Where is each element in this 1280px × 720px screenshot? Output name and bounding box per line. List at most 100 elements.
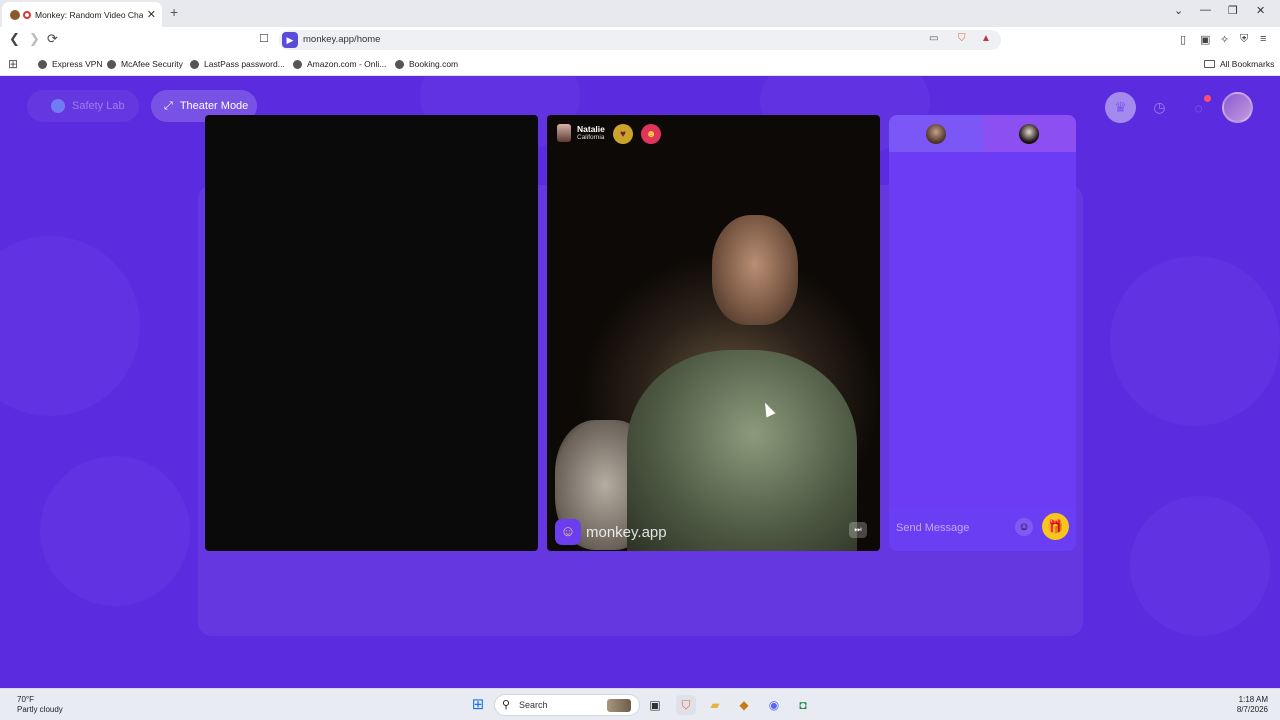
new-tab-button[interactable]: +: [170, 4, 178, 20]
gift-icon[interactable]: 🎁: [1042, 513, 1069, 540]
safety-lab-button[interactable]: Safety Lab: [27, 90, 139, 122]
bookmark-label: Booking.com: [409, 59, 459, 69]
taskbar-search[interactable]: ⚲ Search: [494, 694, 640, 716]
bookmark-booking[interactable]: Booking.com: [395, 59, 458, 69]
sidebar-icon[interactable]: ▯: [1180, 33, 1186, 46]
safety-lab-label: Safety Lab: [72, 100, 125, 112]
bookmark-express-vpn[interactable]: Express VPN: [38, 59, 103, 69]
bg-decoration: [0, 236, 140, 416]
globe-icon: [293, 59, 302, 69]
expand-icon: ⤢: [164, 99, 173, 112]
discord-icon[interactable]: ◉: [764, 695, 784, 715]
remote-user-info[interactable]: Natalie California: [557, 124, 605, 142]
browser-tab-monkey[interactable]: Monkey: Random Video Chat ✕: [2, 2, 162, 27]
leo-ai-icon[interactable]: ✧: [1220, 33, 1229, 46]
chat-bubble-icon[interactable]: ◌: [1183, 92, 1214, 123]
forward-button[interactable]: ❯: [29, 32, 40, 46]
monkey-favicon-icon: [10, 9, 20, 20]
recording-indicator-icon: [23, 10, 31, 19]
other-user-chat-avatar: [1019, 123, 1040, 144]
remote-user-name: Natalie: [577, 123, 605, 134]
close-window-button[interactable]: ✕: [1256, 4, 1265, 17]
brave-shield-icon[interactable]: ⛉: [958, 33, 966, 44]
monkey-logo-icon: ☺: [555, 519, 581, 545]
bookmarks-bar: ⊞ Express VPN McAfee Security LastPass p…: [0, 53, 1280, 76]
remote-video-panel: Natalie California ♥ ☻ ☺ monkey.app ⏭: [547, 115, 880, 551]
weather-desc: Partly cloudy: [17, 705, 63, 714]
send-message-input[interactable]: Send Message: [896, 522, 969, 534]
url-text[interactable]: monkey.app/home: [303, 34, 380, 45]
bookmark-label: Amazon.com - Onli...: [307, 59, 387, 69]
address-toolbar: ❮ ❯ ⟳ ☐ ▶ monkey.app/home ▭ ⛉ ▲ ▯ ▣ ✧ ⛨ …: [0, 27, 1280, 53]
windows-start-icon[interactable]: ⊞: [468, 695, 488, 715]
heart-badge-icon[interactable]: ♥: [613, 124, 633, 144]
search-highlight-image: [607, 699, 631, 712]
folder-icon: [1204, 60, 1215, 68]
clock-date: 8/7/2026: [1236, 705, 1268, 714]
windows-taskbar: 70°F Partly cloudy ⊞ ⚲ Search ▣ ⛉ ▰ ◆ ◉ …: [0, 688, 1280, 720]
back-button[interactable]: ❮: [9, 32, 20, 46]
weather-widget[interactable]: 70°F Partly cloudy: [17, 695, 63, 715]
search-icon: ⚲: [502, 699, 511, 711]
globe-icon: [190, 59, 199, 69]
tab-title: Monkey: Random Video Chat: [35, 9, 143, 20]
monkey-watermark: ☺ monkey.app: [555, 519, 667, 545]
site-info-icon[interactable]: ▶: [282, 32, 298, 48]
globe-icon: [107, 59, 116, 69]
bookmark-lastpass[interactable]: LastPass password...: [190, 59, 285, 69]
reload-button[interactable]: ⟳: [47, 32, 58, 46]
chat-tab-other-user[interactable]: [982, 115, 1076, 152]
all-bookmarks-label: All Bookmarks: [1220, 59, 1275, 69]
bg-decoration: [1130, 496, 1270, 636]
search-label: Search: [519, 700, 548, 710]
chat-tab-remote-user[interactable]: [889, 115, 983, 152]
bookmark-label: McAfee Security: [121, 59, 183, 69]
crown-icon[interactable]: ♛: [1105, 92, 1136, 123]
shield-icon: [51, 99, 65, 113]
notification-dot: [1204, 95, 1211, 102]
local-video-panel: [205, 115, 538, 551]
apps-grid-icon[interactable]: ⊞: [8, 57, 18, 71]
my-avatar[interactable]: [1222, 92, 1253, 123]
bookmark-label: Express VPN: [52, 59, 103, 69]
file-explorer-icon[interactable]: ▰: [705, 695, 725, 715]
bg-decoration: [1110, 256, 1280, 426]
remote-user-chat-avatar: [925, 123, 946, 144]
monkey-badge-icon[interactable]: ☻: [641, 124, 661, 144]
globe-icon: [395, 59, 404, 69]
address-bar[interactable]: ▶ monkey.app/home ▭ ⛉ ▲: [279, 30, 1001, 50]
bookmark-mcafee[interactable]: McAfee Security: [107, 59, 183, 69]
remote-user-location: California: [577, 133, 605, 141]
wallet-icon[interactable]: ▣: [1200, 33, 1210, 46]
watermark-text: monkey.app: [586, 523, 667, 541]
menu-icon[interactable]: ≡: [1260, 33, 1266, 45]
bg-decoration: [40, 456, 190, 606]
clock-icon[interactable]: ◷: [1144, 92, 1175, 123]
chat-panel: Send Message ☺ 🎁: [889, 115, 1076, 551]
task-view-icon[interactable]: ▣: [645, 695, 665, 715]
message-bar: Send Message ☺ 🎁: [889, 508, 1076, 551]
globe-icon: [38, 59, 47, 69]
weather-temp: 70°F: [17, 695, 34, 704]
tab-strip: Monkey: Random Video Chat ✕ + ⌄ — ❐ ✕: [0, 0, 1280, 27]
bookmark-amazon[interactable]: Amazon.com - Onli...: [293, 59, 386, 69]
bookmark-label: LastPass password...: [204, 59, 285, 69]
emoji-icon[interactable]: ☺: [1015, 518, 1033, 536]
all-bookmarks-button[interactable]: All Bookmarks: [1204, 59, 1274, 69]
bookmark-page-button[interactable]: ☐: [259, 32, 269, 46]
minimize-button[interactable]: —: [1200, 4, 1211, 16]
brave-rewards-icon[interactable]: ▲: [981, 33, 991, 44]
tab-list-button[interactable]: ⌄: [1174, 4, 1183, 17]
app-icon[interactable]: ◆: [734, 695, 754, 715]
clock-time: 1:18 AM: [1238, 695, 1268, 704]
skip-icon[interactable]: ⏭: [849, 522, 867, 538]
cast-icon[interactable]: ▭: [929, 33, 938, 44]
restore-button[interactable]: ❐: [1228, 4, 1238, 17]
tab-close-icon[interactable]: ✕: [147, 8, 156, 21]
brave-browser-icon[interactable]: ⛉: [676, 695, 696, 715]
system-clock[interactable]: 1:18 AM 8/7/2026: [1237, 695, 1268, 715]
theater-mode-label: Theater Mode: [179, 100, 249, 112]
app-icon-2[interactable]: ◘: [793, 695, 813, 715]
vpn-icon[interactable]: ⛨: [1240, 33, 1248, 46]
remote-user-avatar: [557, 124, 571, 142]
